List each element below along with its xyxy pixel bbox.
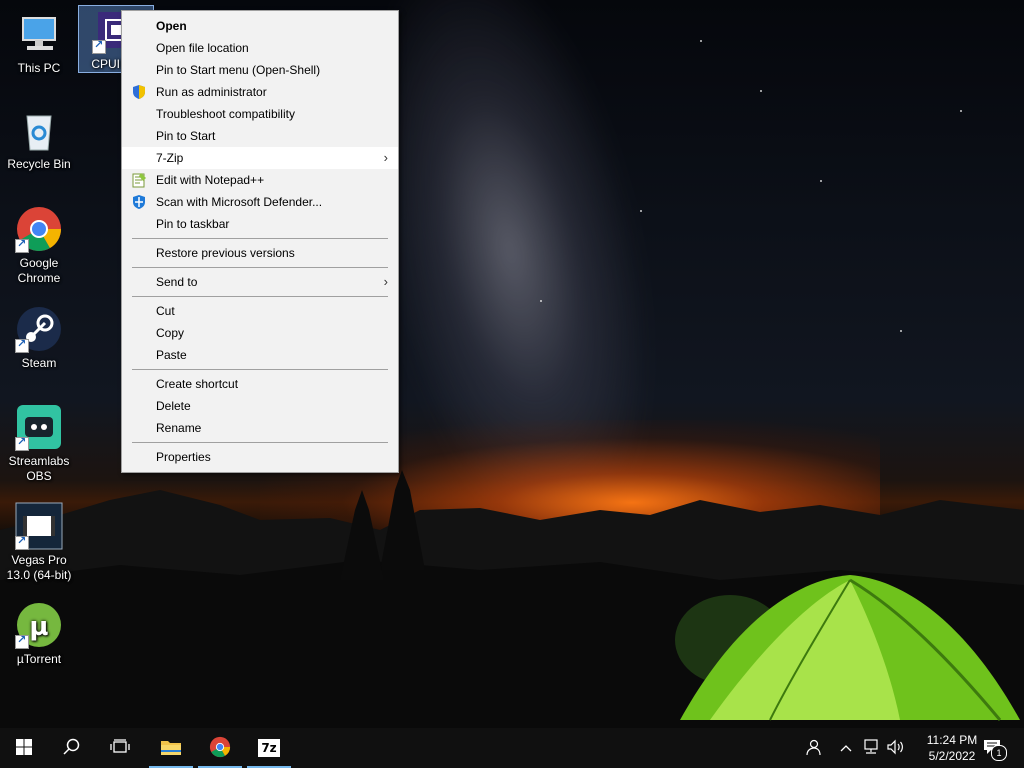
- defender-icon: [131, 194, 147, 210]
- desktop-icon-this-pc[interactable]: This PC: [2, 10, 76, 76]
- volume-button[interactable]: [884, 728, 906, 768]
- desktop-icon-label: Recycle Bin: [7, 157, 71, 171]
- utorrent-icon: µ: [15, 601, 63, 649]
- menu-item-troubleshoot-compatibility[interactable]: Troubleshoot compatibility: [122, 103, 398, 125]
- menu-item-rename[interactable]: Rename: [122, 417, 398, 439]
- network-icon: [862, 738, 880, 758]
- steam-icon: [15, 305, 63, 353]
- menu-item-send-to[interactable]: Send to ›: [122, 271, 398, 293]
- menu-item-restore-previous-versions[interactable]: Restore previous versions: [122, 242, 398, 264]
- menu-item-7zip[interactable]: 7-Zip ›: [122, 147, 398, 169]
- vegas-icon: [15, 502, 63, 550]
- taskbar-7zip[interactable]: 7z: [245, 728, 293, 768]
- 7zip-icon: 7z: [258, 739, 280, 757]
- menu-item-pin-to-start-menu-open-shell[interactable]: Pin to Start menu (Open-Shell): [122, 59, 398, 81]
- menu-separator: [132, 238, 388, 239]
- clock-time: 11:24 PM: [926, 733, 978, 747]
- menu-item-cut[interactable]: Cut: [122, 300, 398, 322]
- taskbar-chrome[interactable]: [196, 728, 244, 768]
- uac-shield-icon: [131, 84, 147, 100]
- notification-count-badge: 1: [991, 745, 1007, 761]
- taskbar-clock[interactable]: 11:24 PM 5/2/2022: [922, 732, 982, 764]
- shortcut-arrow-icon: [15, 534, 29, 550]
- desktop-icon-recycle-bin[interactable]: Recycle Bin: [2, 106, 76, 172]
- menu-item-pin-to-taskbar[interactable]: Pin to taskbar: [122, 213, 398, 235]
- desktop-icon-label: µTorrent: [16, 652, 62, 666]
- menu-item-open-file-location[interactable]: Open file location: [122, 37, 398, 59]
- chrome-icon: [209, 736, 231, 761]
- shortcut-arrow-icon: [15, 633, 29, 649]
- desktop-icon-label: Google Chrome: [17, 256, 61, 285]
- search-button[interactable]: [48, 728, 96, 768]
- desktop-icon-label: Steam: [21, 356, 57, 370]
- desktop-icon-label: Streamlabs OBS: [8, 454, 70, 483]
- desktop-icon-google-chrome[interactable]: Google Chrome: [2, 205, 76, 286]
- action-center-button[interactable]: 1: [978, 728, 1008, 768]
- menu-item-pin-to-start[interactable]: Pin to Start: [122, 125, 398, 147]
- windows-logo-icon: [16, 738, 32, 758]
- desktop-icon-utorrent[interactable]: µ µTorrent: [2, 601, 76, 667]
- shortcut-arrow-icon: [15, 435, 29, 451]
- folder-icon: [160, 738, 182, 759]
- notepadpp-icon: [131, 172, 147, 188]
- shortcut-arrow-icon: [92, 38, 106, 54]
- svg-text:µ: µ: [29, 612, 48, 642]
- menu-item-run-as-administrator[interactable]: Run as administrator: [122, 81, 398, 103]
- menu-item-delete[interactable]: Delete: [122, 395, 398, 417]
- task-view-button[interactable]: [96, 728, 144, 768]
- menu-separator: [132, 369, 388, 370]
- menu-separator: [132, 296, 388, 297]
- menu-item-edit-with-notepadpp[interactable]: Edit with Notepad++: [122, 169, 398, 191]
- menu-item-create-shortcut[interactable]: Create shortcut: [122, 373, 398, 395]
- taskbar: 7z 11:24 PM 5/2/2022 1: [0, 728, 1024, 768]
- context-menu: Open Open file location Pin to Start men…: [121, 10, 399, 473]
- recycle-bin-icon: [15, 106, 63, 154]
- people-icon: [803, 738, 821, 759]
- menu-item-scan-with-defender[interactable]: Scan with Microsoft Defender...: [122, 191, 398, 213]
- desktop-icon-steam[interactable]: Steam: [2, 305, 76, 371]
- menu-item-open[interactable]: Open: [122, 15, 398, 37]
- start-button[interactable]: [0, 728, 48, 768]
- desktop-icon-streamlabs-obs[interactable]: Streamlabs OBS: [2, 403, 76, 484]
- people-button[interactable]: [800, 728, 824, 768]
- menu-separator: [132, 267, 388, 268]
- taskbar-file-explorer[interactable]: [147, 728, 195, 768]
- notification-icon: 1: [983, 739, 1007, 761]
- network-button[interactable]: [860, 728, 882, 768]
- shortcut-arrow-icon: [15, 237, 29, 253]
- search-icon: [63, 738, 81, 759]
- chevron-right-icon: ›: [383, 274, 388, 289]
- chevron-right-icon: ›: [383, 150, 388, 165]
- menu-separator: [132, 442, 388, 443]
- show-hidden-icons-button[interactable]: [836, 728, 856, 768]
- desktop-icon-label: Vegas Pro 13.0 (64-bit): [6, 553, 72, 582]
- desktop-icon-label: This PC: [17, 61, 61, 75]
- speaker-icon: [886, 739, 904, 758]
- menu-item-paste[interactable]: Paste: [122, 344, 398, 366]
- this-pc-icon: [15, 10, 63, 58]
- chevron-up-icon: [840, 741, 852, 755]
- desktop-icon-vegas-pro[interactable]: Vegas Pro 13.0 (64-bit): [2, 502, 76, 583]
- task-view-icon: [110, 738, 130, 758]
- menu-item-properties[interactable]: Properties: [122, 446, 398, 468]
- menu-item-copy[interactable]: Copy: [122, 322, 398, 344]
- chrome-icon: [15, 205, 63, 253]
- tent: [675, 575, 1020, 721]
- clock-date: 5/2/2022: [928, 749, 976, 763]
- shortcut-arrow-icon: [15, 337, 29, 353]
- streamlabs-icon: [15, 403, 63, 451]
